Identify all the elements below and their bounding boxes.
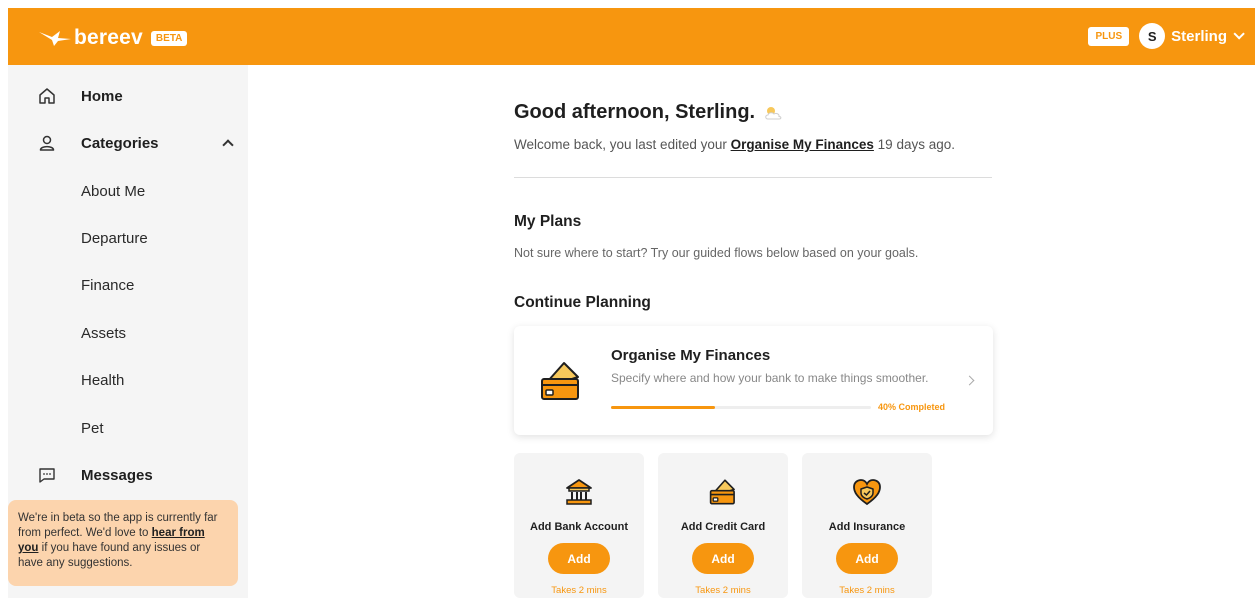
sidebar-item-assets[interactable]: Assets xyxy=(8,313,248,353)
chevron-up-icon[interactable] xyxy=(222,139,234,151)
sidebar-item-label: Finance xyxy=(81,276,135,294)
add-credit-card-button[interactable]: Add xyxy=(692,543,754,574)
partly-cloudy-icon xyxy=(765,106,782,119)
plan-progress-fill xyxy=(611,406,715,409)
sidebar-item-home[interactable]: Home xyxy=(8,76,248,116)
beta-feedback-note: We're in beta so the app is currently fa… xyxy=(8,500,238,586)
my-plans-description: Not sure where to start? Try our guided … xyxy=(514,246,919,260)
sidebar-item-health[interactable]: Health xyxy=(8,360,248,400)
sidebar-item-pet[interactable]: Pet xyxy=(8,408,248,448)
quick-action-time: Takes 2 mins xyxy=(695,585,751,596)
plus-badge[interactable]: PLUS xyxy=(1088,26,1130,46)
sidebar-item-about-me[interactable]: About Me xyxy=(8,171,248,211)
page-title: Good afternoon, Sterling. xyxy=(514,101,783,124)
sidebar-item-departure[interactable]: Departure xyxy=(8,218,248,258)
bank-icon xyxy=(566,479,592,505)
welcome-text-end: 19 days ago. xyxy=(873,137,955,152)
chevron-right-icon[interactable] xyxy=(964,375,975,386)
plan-description: Specify where and how your bank to make … xyxy=(611,371,929,385)
logo-text: bereev xyxy=(74,26,143,49)
sidebar-item-label: Departure xyxy=(81,229,148,247)
plan-progress-text: 40% Completed xyxy=(878,402,946,412)
sidebar-item-label: About Me xyxy=(81,182,146,200)
welcome-message: Welcome back, you last edited your Organ… xyxy=(514,137,955,152)
sidebar-item-label: Health xyxy=(81,371,125,389)
sidebar-item-label: Home xyxy=(81,87,123,105)
quick-action-time: Takes 2 mins xyxy=(551,585,607,596)
sidebar-item-label: Messages xyxy=(81,466,153,484)
top-bar: bereev BETA PLUS S Sterling xyxy=(8,8,1255,65)
quick-action-label: Add Bank Account xyxy=(530,521,628,533)
quick-action-insurance: Add Insurance Add Takes 2 mins xyxy=(802,453,932,598)
add-insurance-button[interactable]: Add xyxy=(836,543,898,574)
quick-action-label: Add Insurance xyxy=(828,521,906,533)
quick-action-credit-card: Add Credit Card Add Takes 2 mins xyxy=(658,453,788,598)
quick-action-time: Takes 2 mins xyxy=(839,585,895,596)
beta-note-text-end: if you have found any issues or have any… xyxy=(18,542,201,569)
sidebar-item-messages[interactable]: Messages xyxy=(8,455,248,495)
message-icon xyxy=(39,468,55,483)
continue-planning-heading: Continue Planning xyxy=(514,294,651,311)
avatar[interactable]: S xyxy=(1139,23,1166,49)
sidebar-item-label: Pet xyxy=(81,419,104,437)
plan-title: Organise My Finances xyxy=(611,347,771,364)
user-menu-name[interactable]: Sterling xyxy=(1171,28,1227,45)
plan-card-organise-finances[interactable]: Organise My Finances Specify where and h… xyxy=(514,326,993,435)
sidebar-item-categories[interactable]: Categories xyxy=(8,123,248,163)
last-edited-plan-link[interactable]: Organise My Finances xyxy=(731,137,874,152)
sidebar-item-label: Categories xyxy=(81,134,159,152)
logo[interactable]: bereev BETA xyxy=(38,26,188,50)
add-bank-account-button[interactable]: Add xyxy=(548,543,610,574)
sidebar-item-label: Assets xyxy=(81,324,127,342)
greeting-text: Good afternoon, Sterling. xyxy=(514,101,756,123)
header-right: PLUS S Sterling xyxy=(1088,23,1245,49)
home-icon xyxy=(39,88,55,104)
my-plans-heading: My Plans xyxy=(514,213,582,230)
insurance-heart-icon xyxy=(853,479,881,506)
welcome-text: Welcome back, you last edited your xyxy=(514,137,731,152)
quick-action-label: Add Credit Card xyxy=(680,521,766,533)
divider xyxy=(514,177,992,178)
credit-card-icon xyxy=(709,479,735,505)
bird-logo-icon xyxy=(39,31,71,46)
person-icon xyxy=(39,135,55,151)
chevron-down-icon[interactable] xyxy=(1233,28,1245,40)
beta-badge: BETA xyxy=(150,30,188,46)
plan-progress-bar xyxy=(611,406,871,409)
credit-card-icon xyxy=(541,362,579,400)
sidebar-item-finance[interactable]: Finance xyxy=(8,265,248,305)
quick-action-bank-account: Add Bank Account Add Takes 2 mins xyxy=(514,453,644,598)
